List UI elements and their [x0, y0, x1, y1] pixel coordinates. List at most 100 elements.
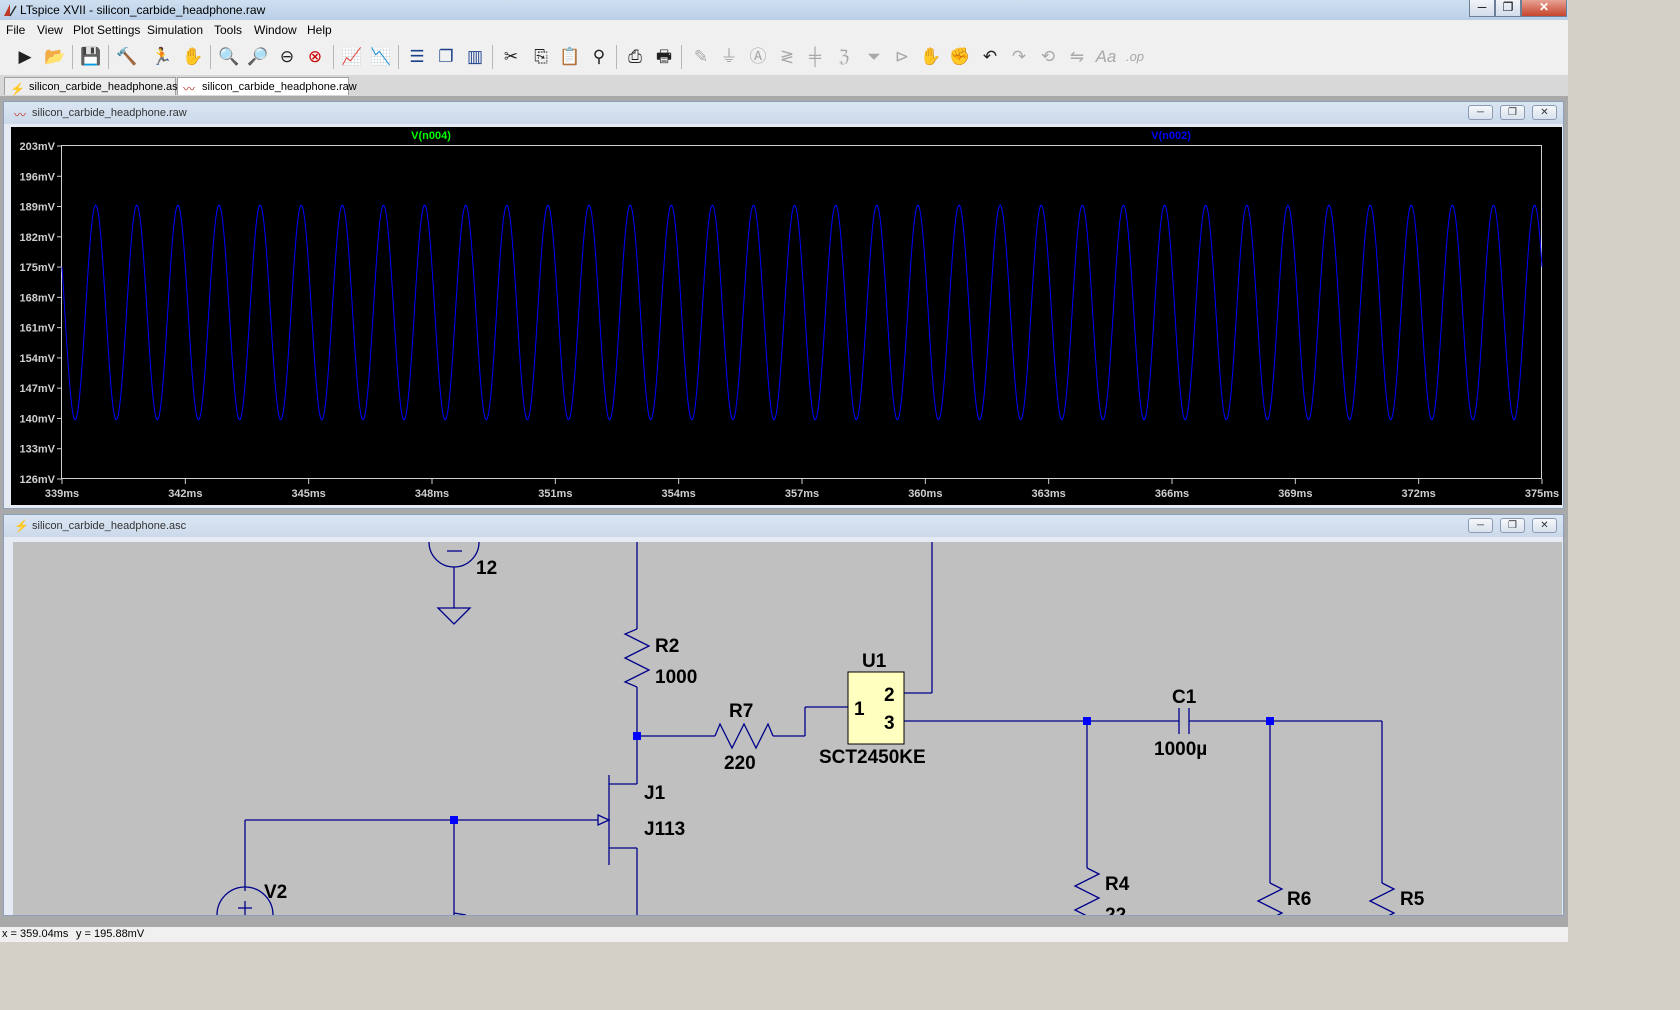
- ground-icon[interactable]: ⏚: [716, 44, 742, 70]
- mark-icon[interactable]: 📉: [368, 44, 394, 70]
- voltage-source-v1[interactable]: [428, 542, 480, 568]
- control-panel-icon[interactable]: 🔨: [114, 44, 140, 70]
- y-tick-label: 196mV: [20, 171, 56, 183]
- u1-pin1: 1: [854, 699, 865, 720]
- minimize-icon: ─: [1477, 0, 1487, 14]
- plot-close-button[interactable]: ✕: [1532, 105, 1557, 120]
- run-man-icon[interactable]: 🏃: [149, 44, 175, 70]
- inductor-icon[interactable]: ℨ: [831, 44, 857, 70]
- wire[interactable]: [453, 912, 467, 915]
- print-preview-icon[interactable]: ⎙: [622, 44, 648, 70]
- tile-vertical-icon[interactable]: ▥: [462, 44, 488, 70]
- c1-value: 1000µ: [1154, 739, 1207, 760]
- schematic-icon: ⚡: [14, 519, 29, 533]
- waveform-chart[interactable]: V(n004) V(n002) 203mV 196mV 189mV 182mV 175m…: [11, 127, 1562, 505]
- rotate-icon[interactable]: ⟲: [1035, 44, 1061, 70]
- plot-window: 〰 silicon_carbide_headphone.raw ─ ❐ ✕ V(…: [3, 101, 1564, 509]
- zoom-rect-icon[interactable]: 🔎: [245, 44, 271, 70]
- menu-file[interactable]: File: [6, 23, 25, 37]
- junction-dot: [1266, 717, 1274, 725]
- schematic-drawing[interactable]: 12 R2 1000 R7 220 U1 1 2 3 SCT2450KE C1 …: [13, 542, 1562, 915]
- y-tick-label: 175mV: [20, 262, 56, 274]
- y-tick-label: 203mV: [20, 141, 56, 153]
- v1-value: 12: [476, 558, 497, 579]
- ltspice-app-icon: [4, 4, 17, 17]
- minimize-button[interactable]: ─: [1469, 0, 1495, 17]
- plot-frame: [61, 145, 1542, 479]
- drag-icon[interactable]: ✊: [947, 44, 973, 70]
- schematic-canvas[interactable]: 12 R2 1000 R7 220 U1 1 2 3 SCT2450KE C1 …: [13, 542, 1562, 915]
- u1-pin2: 2: [884, 685, 895, 706]
- r2-name: R2: [655, 636, 679, 657]
- y-tick-label: 189mV: [20, 202, 56, 214]
- print-icon[interactable]: 🖶: [651, 44, 677, 70]
- tab-schematic[interactable]: ⚡ silicon_carbide_headphone.asc: [4, 77, 183, 96]
- text-icon[interactable]: Aa: [1093, 44, 1119, 70]
- wire-icon[interactable]: ✎: [688, 44, 714, 70]
- schematic-minimize-button[interactable]: ─: [1468, 518, 1493, 533]
- schematic-window-titlebar: ⚡ silicon_carbide_headphone.asc ─ ❐ ✕: [4, 515, 1563, 537]
- label-icon[interactable]: Ⓐ: [745, 44, 771, 70]
- move-icon[interactable]: ✋: [918, 44, 944, 70]
- autorange-icon[interactable]: 📈: [339, 44, 365, 70]
- x-tick-label: 351ms: [538, 488, 572, 500]
- menu-tools[interactable]: Tools: [214, 23, 242, 37]
- capacitor-icon[interactable]: ╪: [802, 44, 828, 70]
- diode-icon[interactable]: ⏷: [861, 44, 887, 70]
- v2-name: V2: [264, 882, 287, 903]
- find-icon[interactable]: ⚲: [586, 44, 612, 70]
- mirror-icon[interactable]: ⇋: [1064, 44, 1090, 70]
- x-tick-label: 363ms: [1032, 488, 1066, 500]
- zoom-cancel-icon[interactable]: ⊗: [302, 44, 328, 70]
- trace-label-v-n004[interactable]: V(n004): [411, 130, 451, 142]
- spice-directive-icon[interactable]: .op: [1122, 44, 1148, 70]
- resistor-r7[interactable]: [714, 722, 774, 750]
- menu-view[interactable]: View: [37, 23, 63, 37]
- close-button[interactable]: ✕: [1521, 0, 1567, 17]
- schematic-maximize-button[interactable]: ❐: [1500, 518, 1525, 533]
- open-icon[interactable]: 📂: [42, 44, 68, 70]
- redo-icon[interactable]: ↷: [1006, 44, 1032, 70]
- x-tick-label: 357ms: [785, 488, 819, 500]
- y-axis: 203mV 196mV 189mV 182mV 175mV 168mV 161mV 154mV…: [20, 141, 62, 486]
- schematic-close-button[interactable]: ✕: [1532, 518, 1557, 533]
- save-icon[interactable]: 💾: [78, 44, 104, 70]
- resistor-r5[interactable]: [1368, 882, 1396, 915]
- trace-label-v-n002[interactable]: V(n002): [1151, 130, 1191, 142]
- tab-waveform[interactable]: 〰 silicon_carbide_headphone.raw: [177, 77, 357, 96]
- resistor-r6[interactable]: [1256, 882, 1284, 915]
- menu-bar: File View Plot Settings Simulation Tools…: [0, 20, 1568, 39]
- menu-help[interactable]: Help: [307, 23, 332, 37]
- trace-v-n002[interactable]: [61, 204, 1543, 421]
- zoom-in-icon[interactable]: 🔍: [216, 44, 242, 70]
- zoom-out-icon[interactable]: ⊖: [274, 44, 300, 70]
- menu-window[interactable]: Window: [254, 23, 297, 37]
- cascade-icon[interactable]: ❐: [433, 44, 459, 70]
- resistor-r2[interactable]: [623, 628, 651, 688]
- tab-label: silicon_carbide_headphone.asc: [29, 81, 184, 93]
- run-icon[interactable]: ▶: [12, 44, 38, 70]
- u1-name: U1: [862, 651, 887, 672]
- x-tick-label: 348ms: [415, 488, 449, 500]
- plot-minimize-button[interactable]: ─: [1468, 105, 1493, 120]
- cut-icon[interactable]: ✂: [498, 44, 524, 70]
- r7-name: R7: [729, 701, 753, 722]
- resistor-icon[interactable]: ≷: [774, 44, 800, 70]
- resistor-r4[interactable]: [1073, 867, 1101, 915]
- plot-maximize-button[interactable]: ❐: [1500, 105, 1525, 120]
- paste-icon[interactable]: 📋: [557, 44, 583, 70]
- maximize-button[interactable]: ❐: [1495, 0, 1521, 17]
- menu-simulation[interactable]: Simulation: [147, 23, 203, 37]
- component-icon[interactable]: ⊳: [889, 44, 915, 70]
- undo-icon[interactable]: ↶: [977, 44, 1003, 70]
- tile-horizontal-icon[interactable]: ☰: [404, 44, 430, 70]
- x-tick-label: 372ms: [1402, 488, 1436, 500]
- y-tick-label: 182mV: [20, 232, 56, 244]
- copy-icon[interactable]: ⎘: [528, 44, 554, 70]
- plot-pane[interactable]: V(n004) V(n002) 203mV 196mV 189mV 182mV 175m…: [11, 127, 1562, 505]
- r4-value: 22: [1105, 905, 1126, 915]
- pan-hand-icon[interactable]: ✋: [180, 44, 206, 70]
- x-tick-label: 375ms: [1525, 488, 1559, 500]
- junction-dot: [633, 732, 641, 740]
- menu-plot-settings[interactable]: Plot Settings: [73, 23, 140, 37]
